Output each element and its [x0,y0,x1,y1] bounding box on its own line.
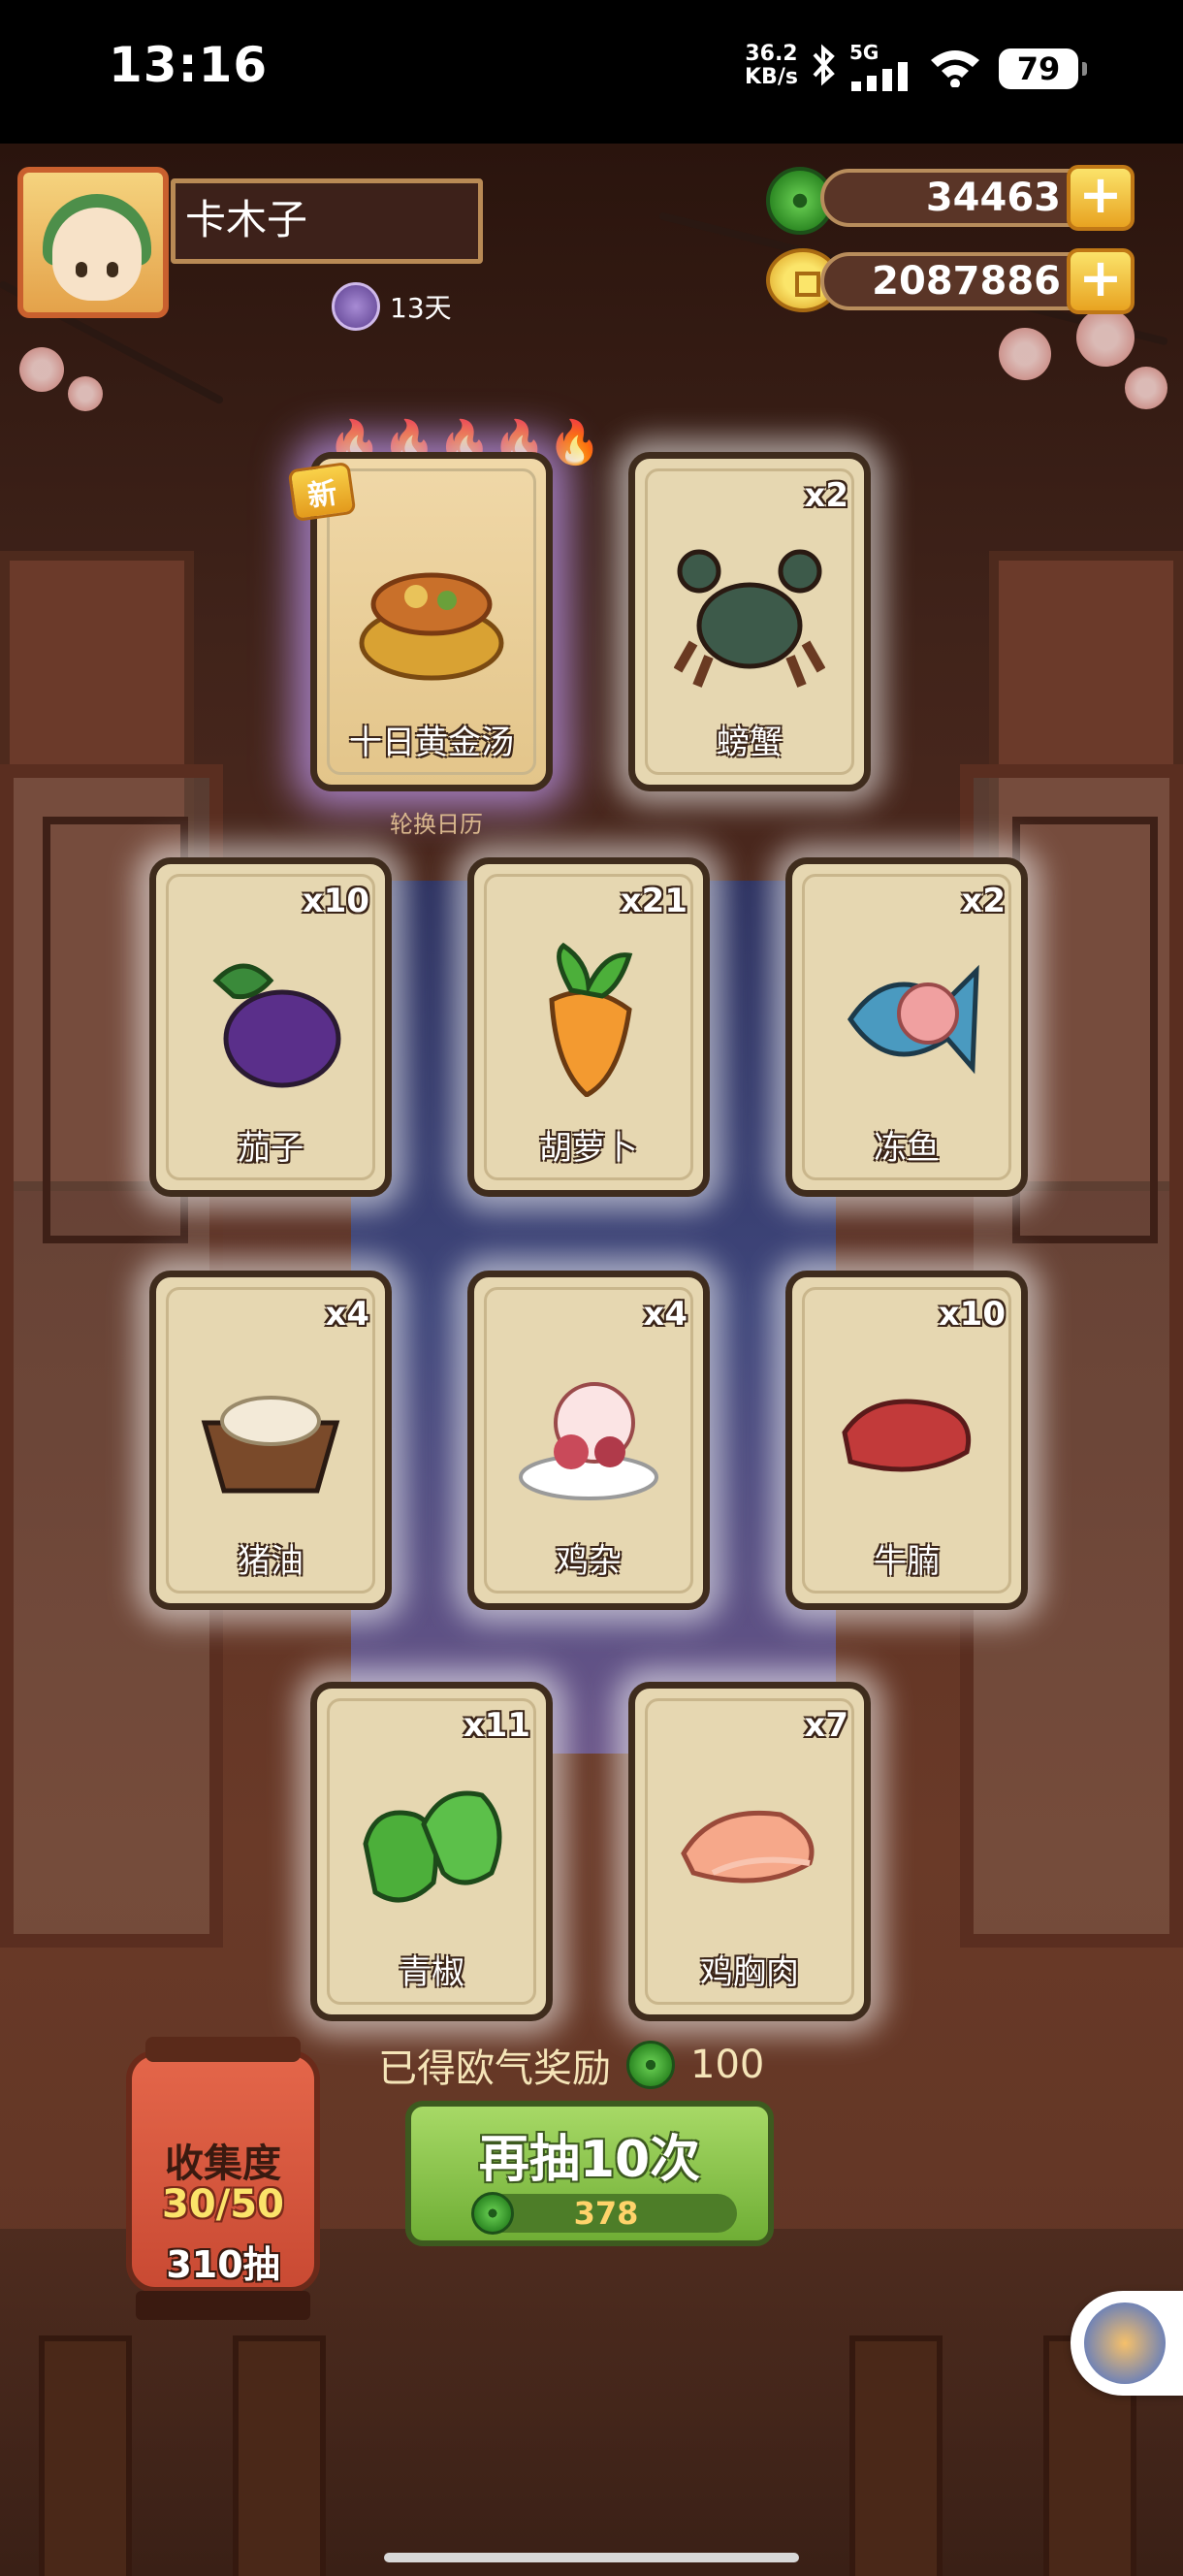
collection-title: 收集度 [165,2141,281,2186]
card-name: 螃蟹 [717,724,783,762]
network-speed-value: 36.2 [745,42,798,66]
ingredient-card[interactable]: x11 青椒 [310,1682,553,2021]
card-name: 鸡胸肉 [700,1953,799,1992]
ingredient-card[interactable]: x10 牛腩 [785,1271,1028,1610]
blossom [68,376,103,411]
add-jade-button[interactable]: + [1067,165,1135,231]
blossom [1076,308,1135,367]
crab-icon [674,549,825,688]
login-days-text: 13天 [390,292,452,324]
carrot-icon [549,942,633,1097]
card-name: 胡萝卜 [539,1129,638,1168]
flame-icon: 🔥 [548,418,601,467]
avatar-eye [107,262,118,277]
rotate-calendar-label[interactable]: 轮换日历 [368,805,504,839]
card-name: 十日黄金汤 [349,724,514,762]
companion-avatar [332,282,380,331]
clock: 13:16 [109,37,269,93]
draw-cost: 378 [475,2194,737,2233]
card-count: x10 [302,882,369,920]
card-count: x21 [620,882,687,920]
player-name: 卡木子 [171,178,483,264]
card-count: x11 [463,1706,530,1745]
jade-amount: 34463 [925,176,1061,220]
green-pepper-icon [363,1790,502,1903]
ingredient-card[interactable]: x2 冻鱼 [785,857,1028,1197]
lantern-cap [145,2037,301,2062]
network-speed-unit: KB/s [745,65,798,89]
collection-lantern[interactable]: 收集度 30/50 310抽 [126,2037,320,2328]
blossom [19,347,64,392]
card-count: x2 [961,882,1006,920]
ingredient-card[interactable]: x7 鸡胸肉 [628,1682,871,2021]
network-type: 5G [849,41,879,64]
eggplant-icon [212,963,341,1088]
plus-icon: + [1078,247,1123,308]
avatar-face [52,208,142,301]
draw-again-label: 再抽10次 [478,2131,701,2189]
reward-label: 已得欧气奖励 [378,2046,611,2091]
railing-post [233,2335,326,2576]
card-count: x2 [804,476,848,515]
beef-brisket-icon [842,1399,972,1472]
floating-assistant-button[interactable] [1071,2291,1183,2396]
login-days: 13天 [332,281,452,332]
collection-draws: 310抽 [166,2243,280,2286]
railing-post [849,2335,943,2576]
assistant-icon [1084,2302,1166,2384]
jade-currency: 34463 + [820,165,1135,231]
jade-coin-icon [626,2041,675,2089]
frozen-fish-icon [847,964,979,1075]
player-avatar[interactable] [17,167,169,318]
reward-value: 100 [690,2043,765,2087]
ingredient-card[interactable]: x4 鸡杂 [467,1271,710,1610]
wifi-icon [931,50,979,87]
battery-indicator: 79 [999,48,1087,89]
card-name: 青椒 [399,1953,464,1992]
ingredient-card[interactable]: x21 胡萝卜 [467,857,710,1197]
reward-summary: 已得欧气奖励 100 [378,2037,764,2093]
card-name: 茄子 [238,1129,304,1168]
status-bar: 13:16 36.2 KB/s 5G 79 [0,0,1183,144]
chicken-giblets-icon [519,1382,658,1500]
chicken-breast-icon [681,1810,815,1884]
card-name: 猪油 [238,1542,304,1581]
bluetooth-icon [813,44,835,86]
card-name: 牛腩 [874,1542,940,1581]
card-count: x7 [804,1706,848,1745]
golden-soup-icon [359,572,504,681]
draw-again-button[interactable]: 再抽10次 378 [405,2101,774,2246]
card-count: x4 [325,1295,369,1334]
collection-progress: 30/50 [162,2182,284,2227]
card-count: x4 [643,1295,687,1334]
ingredient-card[interactable]: x2 螃蟹 [628,452,871,791]
ingredient-card[interactable]: x10 茄子 [149,857,392,1197]
plus-icon: + [1078,164,1123,225]
add-gold-button[interactable]: + [1067,248,1135,314]
lard-bowl-icon [201,1396,340,1494]
blossom [1125,367,1167,409]
network-speed: 36.2 KB/s [745,43,798,89]
home-indicator[interactable] [384,2553,799,2562]
card-count: x10 [938,1295,1006,1334]
gold-currency: 2087886 + [820,248,1135,314]
card-name: 冻鱼 [874,1129,940,1168]
railing-post [39,2335,132,2576]
ingredient-card[interactable]: x4 猪油 [149,1271,392,1610]
jade-coin-icon [471,2192,514,2235]
card-name: 鸡杂 [556,1542,622,1581]
new-badge: 新 [287,461,357,523]
lattice-right [1012,817,1158,1243]
lantern-base [136,2291,310,2320]
gold-amount: 2087886 [872,259,1061,304]
blossom [999,328,1051,380]
signal-icon [851,62,908,91]
avatar-eye [76,262,87,277]
